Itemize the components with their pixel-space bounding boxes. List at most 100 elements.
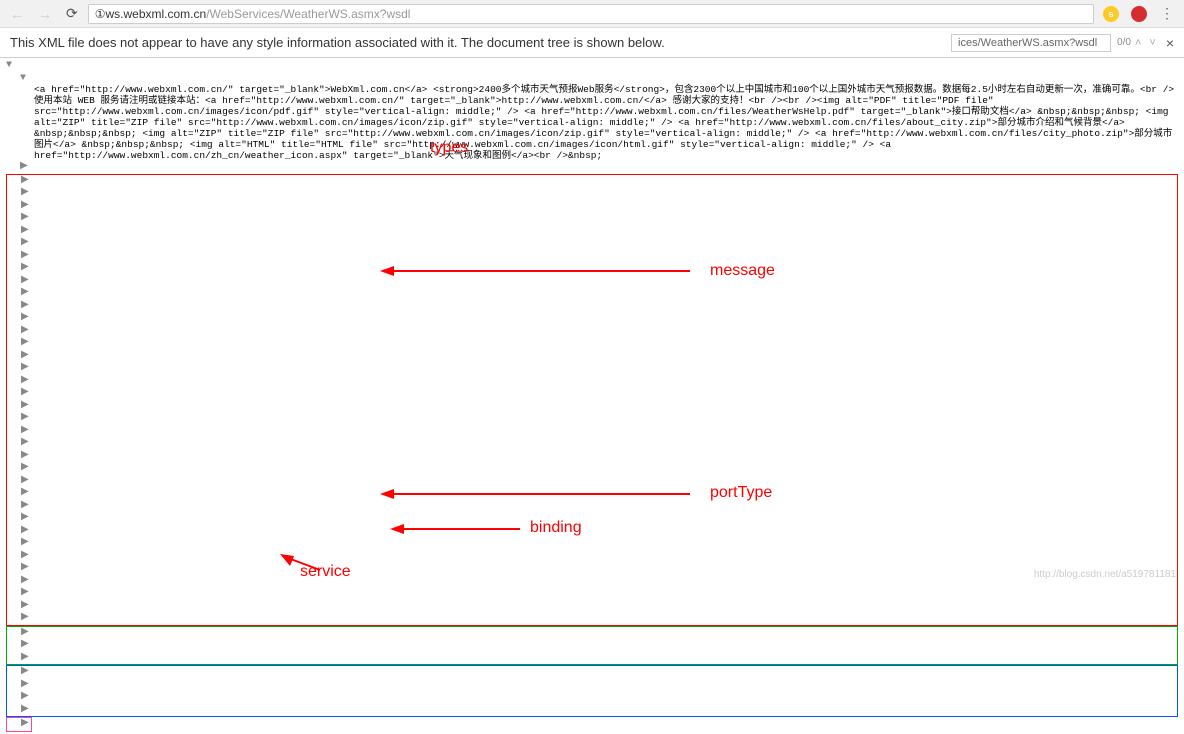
xml-node[interactable]: ▶: [7, 300, 1177, 313]
xml-node[interactable]: ▶: [7, 287, 1177, 300]
expand-icon[interactable]: ▶: [21, 639, 31, 652]
expand-icon[interactable]: ▶: [21, 325, 31, 338]
expand-icon[interactable]: ▶: [21, 375, 31, 388]
expand-icon[interactable]: ▶: [21, 679, 31, 692]
defs-open[interactable]: ▼: [6, 60, 1178, 73]
expand-icon[interactable]: ▶: [21, 187, 31, 200]
xml-node[interactable]: ▶: [7, 262, 1177, 275]
xml-node[interactable]: ▶: [7, 337, 1177, 350]
expand-icon[interactable]: ▶: [21, 666, 31, 679]
xml-node[interactable]: ▶: [7, 627, 1177, 640]
service-node[interactable]: ▶: [6, 717, 32, 732]
find-in-page-input[interactable]: ices/WeatherWS.asmx?wsdl: [951, 34, 1111, 52]
expand-icon[interactable]: ▶: [21, 525, 31, 538]
xml-node[interactable]: ▶: [7, 275, 1177, 288]
xml-node[interactable]: ▶: [7, 350, 1177, 363]
expand-icon[interactable]: ▶: [21, 237, 31, 250]
xml-node[interactable]: ▶: [7, 200, 1177, 213]
xml-node[interactable]: ▶: [7, 652, 1177, 665]
expand-icon[interactable]: ▶: [21, 612, 31, 625]
expand-icon[interactable]: ▶: [21, 175, 31, 188]
xml-node[interactable]: ▶: [7, 612, 1177, 625]
xml-node[interactable]: ▶: [7, 437, 1177, 450]
url-bar[interactable]: ① ws.webxml.com.cn/WebServices/WeatherWS…: [88, 4, 1094, 24]
expand-icon[interactable]: ▶: [21, 587, 31, 600]
expand-icon[interactable]: ▶: [21, 200, 31, 213]
expand-icon[interactable]: ▶: [21, 462, 31, 475]
expand-icon[interactable]: ▶: [21, 450, 31, 463]
xml-node[interactable]: ▶: [7, 537, 1177, 550]
xml-node[interactable]: ▶: [7, 475, 1177, 488]
expand-icon[interactable]: ▶: [21, 500, 31, 513]
xml-node[interactable]: ▶: [7, 187, 1177, 200]
expand-icon[interactable]: ▶: [21, 512, 31, 525]
xml-node[interactable]: ▶: [7, 704, 1177, 717]
xml-node[interactable]: ▶: [7, 487, 1177, 500]
xml-node[interactable]: ▶: [7, 225, 1177, 238]
extension-icon[interactable]: s: [1103, 6, 1119, 22]
expand-icon[interactable]: ▶: [21, 600, 31, 613]
expand-icon[interactable]: ▶: [21, 412, 31, 425]
expand-icon[interactable]: ▶: [21, 550, 31, 563]
expand-icon[interactable]: ▶: [21, 475, 31, 488]
expand-icon[interactable]: ▶: [21, 487, 31, 500]
expand-icon[interactable]: ▶: [21, 691, 31, 704]
xml-node[interactable]: ▶: [7, 691, 1177, 704]
find-next[interactable]: ˅: [1149, 37, 1155, 49]
xml-node[interactable]: ▶: [7, 550, 1177, 563]
xml-node[interactable]: ▶: [7, 237, 1177, 250]
expand-icon[interactable]: ▶: [21, 287, 31, 300]
xml-node[interactable]: ▶: [7, 679, 1177, 692]
expand-icon[interactable]: ▶: [21, 262, 31, 275]
expand-icon[interactable]: ▶: [21, 627, 31, 640]
forward-button[interactable]: →: [34, 6, 56, 22]
expand-icon[interactable]: ▶: [20, 161, 30, 174]
expand-icon[interactable]: ▶: [21, 437, 31, 450]
xml-node[interactable]: ▶: [7, 462, 1177, 475]
xml-node[interactable]: ▶: [7, 666, 1177, 679]
find-close[interactable]: ×: [1166, 35, 1174, 51]
xml-node[interactable]: ▶: [7, 450, 1177, 463]
reload-button[interactable]: ⟳: [62, 5, 82, 22]
xml-node[interactable]: ▶: [7, 362, 1177, 375]
xml-node[interactable]: ▶: [7, 587, 1177, 600]
expand-icon[interactable]: ▶: [21, 562, 31, 575]
expand-icon[interactable]: ▶: [21, 350, 31, 363]
expand-icon[interactable]: ▶: [21, 300, 31, 313]
expand-icon[interactable]: ▶: [21, 718, 31, 731]
expand-icon[interactable]: ▶: [21, 652, 31, 665]
expand-icon[interactable]: ▶: [21, 362, 31, 375]
expand-icon[interactable]: ▶: [21, 387, 31, 400]
back-button[interactable]: ←: [6, 6, 28, 22]
xml-node[interactable]: ▶: [7, 400, 1177, 413]
expand-icon[interactable]: ▶: [21, 337, 31, 350]
xml-node[interactable]: ▶: [7, 575, 1177, 588]
types-node[interactable]: ▶: [6, 161, 1178, 174]
expand-icon[interactable]: ▶: [21, 225, 31, 238]
xml-node[interactable]: ▶: [7, 500, 1177, 513]
xml-node[interactable]: ▶: [7, 250, 1177, 263]
expand-icon[interactable]: ▶: [21, 275, 31, 288]
expand-icon[interactable]: ▶: [21, 704, 31, 717]
find-prev[interactable]: ˄: [1135, 37, 1141, 49]
expand-icon[interactable]: ▶: [21, 250, 31, 263]
xml-node[interactable]: ▶: [7, 325, 1177, 338]
xml-node[interactable]: ▶: [7, 212, 1177, 225]
expand-icon[interactable]: ▶: [21, 212, 31, 225]
extension-icon[interactable]: [1131, 6, 1147, 22]
xml-node[interactable]: ▶: [7, 425, 1177, 438]
xml-node[interactable]: ▶: [7, 639, 1177, 652]
xml-node[interactable]: ▶: [7, 312, 1177, 325]
expand-icon[interactable]: ▶: [21, 575, 31, 588]
xml-node[interactable]: ▶: [7, 562, 1177, 575]
expand-icon[interactable]: ▶: [21, 312, 31, 325]
xml-node[interactable]: ▶: [7, 525, 1177, 538]
xml-node[interactable]: ▶: [7, 600, 1177, 613]
xml-node[interactable]: ▶: [7, 512, 1177, 525]
xml-node[interactable]: ▶: [7, 175, 1177, 188]
xml-node[interactable]: ▶: [7, 387, 1177, 400]
expand-icon[interactable]: ▼: [20, 73, 30, 86]
expand-icon[interactable]: ▶: [21, 537, 31, 550]
menu-button[interactable]: ⋮: [1156, 5, 1178, 22]
xml-node[interactable]: ▶: [7, 375, 1177, 388]
